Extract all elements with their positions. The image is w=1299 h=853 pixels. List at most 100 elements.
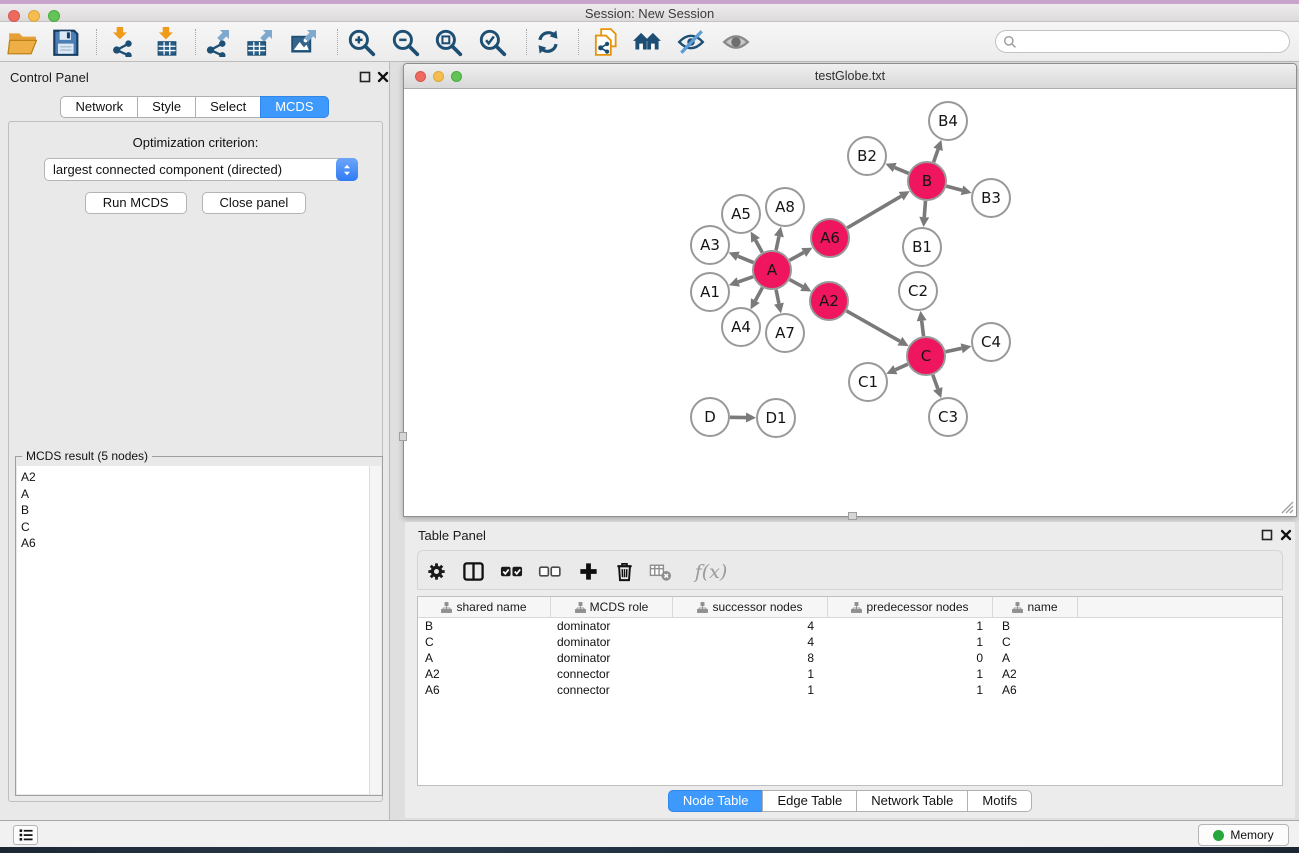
result-item[interactable]: A [21, 486, 369, 503]
zoom-fit-icon [433, 27, 463, 57]
new-network-from-selection-button[interactable] [586, 26, 626, 58]
toggle-column-panel-button[interactable] [460, 559, 486, 584]
right-dock: Table Panel f(x) shared nameMCDS rolesuc… [390, 62, 1299, 820]
open-session-button[interactable] [2, 26, 42, 58]
trash-icon [613, 560, 636, 583]
table-cell: A2 [418, 666, 551, 682]
export-table-button[interactable] [241, 26, 281, 58]
tab-node-table[interactable]: Node Table [668, 790, 764, 812]
result-item[interactable]: A6 [21, 535, 369, 552]
toolbar-separator [96, 29, 97, 55]
hide-all-columns-button[interactable] [536, 559, 562, 584]
table-cell: B [418, 618, 551, 634]
hide-selected-button[interactable] [671, 26, 711, 58]
gear-icon [425, 560, 448, 583]
result-item[interactable]: B [21, 502, 369, 519]
table-cell: A [993, 650, 1078, 666]
eye-slash-icon [676, 27, 706, 57]
show-all-columns-button[interactable] [498, 559, 524, 584]
memory-label: Memory [1230, 828, 1273, 842]
result-scrollbar[interactable] [369, 466, 381, 794]
column-header-MCDS-role[interactable]: MCDS role [551, 597, 673, 617]
column-header-shared-name[interactable]: shared name [418, 597, 551, 617]
export-network-button[interactable] [198, 26, 238, 58]
criterion-dropdown[interactable]: largest connected component (directed) [44, 158, 358, 181]
import-network-icon [106, 27, 136, 57]
table-panel-title: Table Panel [418, 528, 486, 543]
import-network-button[interactable] [101, 26, 141, 58]
show-all-button[interactable] [716, 26, 756, 58]
tab-style[interactable]: Style [137, 96, 196, 118]
task-history-button[interactable] [13, 825, 38, 845]
toolbar-separator [195, 29, 196, 55]
table-row[interactable]: A2connector11A2 [418, 666, 1282, 682]
table-cell: A6 [418, 682, 551, 698]
tab-network-table[interactable]: Network Table [856, 790, 968, 812]
mcds-result-list: A2ABCA6 [17, 466, 369, 794]
control-panel-header: Control Panel [0, 62, 389, 90]
tab-mcds[interactable]: MCDS [260, 96, 328, 118]
table-cell: dominator [551, 634, 673, 650]
table-cell: B [993, 618, 1078, 634]
column-header-filler [1078, 597, 1282, 617]
delete-column-button[interactable] [611, 559, 637, 584]
export-image-icon [290, 27, 320, 57]
tab-motifs[interactable]: Motifs [967, 790, 1032, 812]
close-panel-icon[interactable] [376, 70, 389, 83]
desktop-edge-bottom [0, 847, 1299, 853]
zoom-fit-button[interactable] [428, 26, 468, 58]
control-panel-tabs: NetworkStyleSelectMCDS [0, 96, 389, 118]
close-panel-button[interactable]: Close panel [202, 192, 307, 214]
result-item[interactable]: A2 [21, 469, 369, 486]
home-button[interactable] [627, 26, 667, 58]
export-network-icon [203, 27, 233, 57]
table-cell: connector [551, 682, 673, 698]
add-column-button[interactable] [575, 559, 601, 584]
import-table-icon [152, 27, 182, 57]
table-cell: 1 [828, 666, 993, 682]
zoom-selected-button[interactable] [472, 26, 512, 58]
list-icon [18, 827, 34, 843]
table-settings-button[interactable] [423, 559, 449, 584]
column-header-predecessor-nodes[interactable]: predecessor nodes [828, 597, 993, 617]
table-row[interactable]: Adominator80A [418, 650, 1282, 666]
zoom-out-button[interactable] [385, 26, 425, 58]
save-session-button[interactable] [45, 26, 85, 58]
import-table-button[interactable] [147, 26, 187, 58]
memory-button[interactable]: Memory [1198, 824, 1289, 846]
zoom-in-button[interactable] [341, 26, 381, 58]
table-row[interactable]: A6connector11A6 [418, 682, 1282, 698]
table-cell: 4 [673, 618, 828, 634]
column-header-successor-nodes[interactable]: successor nodes [673, 597, 828, 617]
save-icon [50, 27, 80, 57]
tab-edge-table[interactable]: Edge Table [762, 790, 857, 812]
export-image-button[interactable] [285, 26, 325, 58]
close-table-panel-icon[interactable] [1279, 528, 1292, 541]
status-bar: Memory [0, 820, 1299, 847]
table-row[interactable]: Cdominator41C [418, 634, 1282, 650]
table-cell: 1 [828, 682, 993, 698]
toolbar-separator [526, 29, 527, 55]
search-field[interactable] [995, 30, 1290, 53]
tab-select[interactable]: Select [195, 96, 261, 118]
search-input[interactable] [1017, 35, 1289, 49]
float-table-panel-icon[interactable] [1260, 528, 1273, 541]
mcds-panel: Optimization criterion: largest connecte… [8, 121, 383, 802]
dropdown-stepper-icon [336, 158, 358, 181]
refresh-layout-button[interactable] [528, 26, 568, 58]
app-titlebar: Session: New Session [0, 4, 1299, 22]
table-cell: A [418, 650, 551, 666]
run-mcds-button[interactable]: Run MCDS [85, 192, 187, 214]
mcds-result-group: MCDS result (5 nodes) A2ABCA6 [15, 456, 383, 796]
refresh-icon [533, 27, 563, 57]
column-header-name[interactable]: name [993, 597, 1078, 617]
duplicate-network-icon [591, 27, 621, 57]
table-cell: dominator [551, 650, 673, 666]
table-row[interactable]: Bdominator41B [418, 618, 1282, 634]
mcds-result-title: MCDS result (5 nodes) [22, 449, 152, 463]
hierarchy-icon [441, 602, 452, 613]
optimization-criterion-label: Optimization criterion: [9, 135, 382, 150]
float-panel-icon[interactable] [358, 70, 371, 83]
tab-network[interactable]: Network [60, 96, 138, 118]
result-item[interactable]: C [21, 519, 369, 536]
